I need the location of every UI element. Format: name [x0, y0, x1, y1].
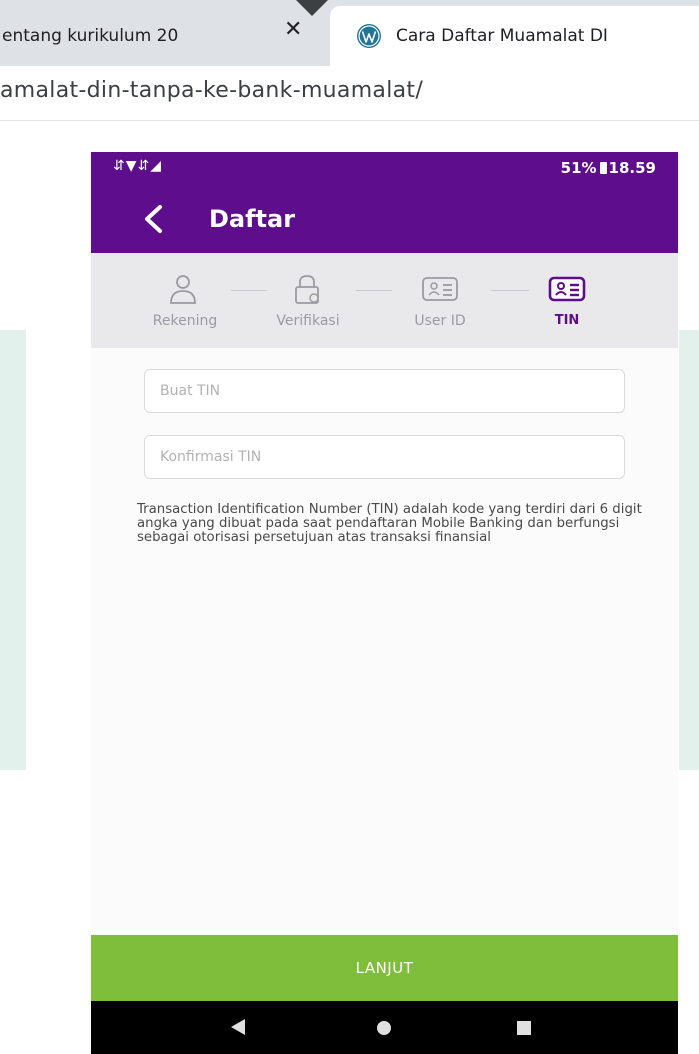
status-bar: ⇵▼⇵◢ 51% 18.59	[91, 152, 678, 190]
clock: 18.59	[608, 159, 656, 177]
status-right: 51% 18.59	[561, 159, 656, 177]
step-connector	[356, 290, 392, 291]
lock-icon	[295, 275, 319, 304]
browser-tab-bar: entang kurikulum 20 ✕ Cara Daftar Muamal…	[0, 0, 699, 66]
tin-info-text: Transaction Identification Number (TIN) …	[137, 502, 642, 545]
step-label-user-id: User ID	[414, 313, 466, 329]
address-bar[interactable]: amalat-din-tanpa-ke-bank-muamalat/	[0, 66, 699, 121]
tab-kurikulum[interactable]: entang kurikulum 20	[0, 6, 322, 66]
lanjut-button[interactable]: LANJUT	[91, 935, 678, 1001]
close-icon[interactable]: ✕	[284, 17, 302, 42]
nav-recents-icon[interactable]	[517, 1021, 531, 1035]
step-label-tin: TIN	[554, 313, 580, 328]
id-card-icon	[548, 276, 586, 302]
page-title: Daftar	[209, 205, 296, 233]
battery-icon	[599, 162, 607, 174]
signal-wifi-icon: ⇵▼⇵◢	[113, 158, 162, 174]
android-nav-bar	[91, 1001, 678, 1054]
step-connector	[491, 290, 529, 291]
app-bar: ⇵▼⇵◢ 51% 18.59 Daftar	[91, 152, 678, 253]
person-icon	[170, 275, 196, 304]
buat-tin-input[interactable]	[144, 369, 625, 413]
url-text[interactable]: amalat-din-tanpa-ke-bank-muamalat/	[0, 78, 423, 103]
nav-home-icon[interactable]	[377, 1021, 391, 1035]
watermark-right	[679, 330, 699, 770]
tab-title: Cara Daftar Muamalat DI	[396, 26, 608, 46]
phone-screenshot: ⇵▼⇵◢ 51% 18.59 Daftar Rekening Verifikas…	[91, 152, 678, 1054]
konfirmasi-tin-input[interactable]	[144, 435, 625, 479]
tab-search-notch[interactable]	[296, 0, 328, 16]
battery-percent: 51%	[560, 159, 597, 177]
wordpress-icon	[357, 24, 381, 48]
step-label-verifikasi: Verifikasi	[276, 313, 340, 329]
back-arrow-icon[interactable]	[141, 204, 167, 234]
step-connector	[231, 290, 267, 291]
registration-stepper: Rekening Verifikasi User ID TIN	[91, 253, 678, 348]
watermark-left	[0, 330, 26, 770]
tab-cara-daftar[interactable]: Cara Daftar Muamalat DI	[330, 6, 699, 66]
nav-back-icon[interactable]	[231, 1019, 245, 1035]
tab-title: entang kurikulum 20	[2, 26, 179, 46]
step-label-rekening: Rekening	[152, 313, 218, 329]
id-card-icon	[422, 277, 458, 301]
